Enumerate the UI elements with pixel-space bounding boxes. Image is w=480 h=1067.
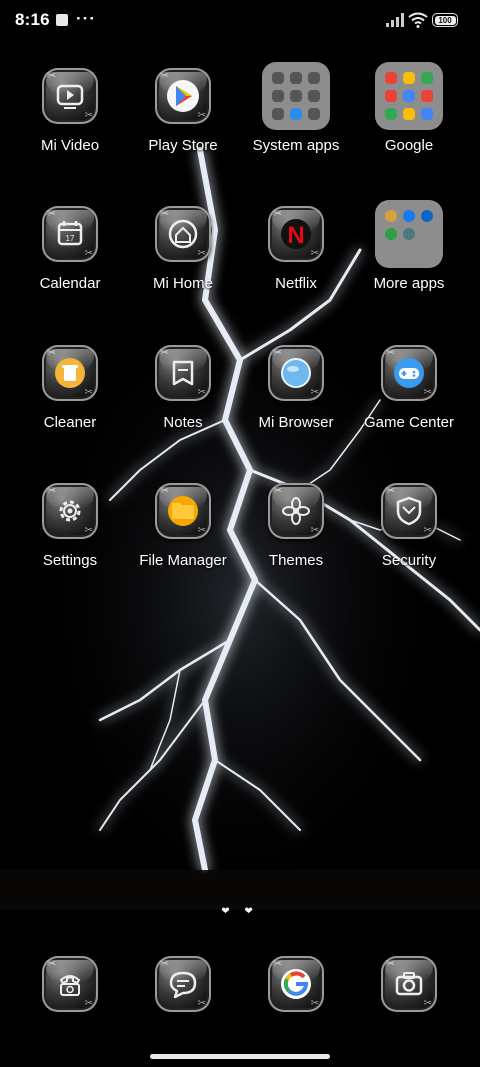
app-notes[interactable]: ✂ ✂ Notes <box>123 339 243 449</box>
dock-phone[interactable]: ✂ ✂ <box>10 956 130 1018</box>
app-label: Security <box>381 552 437 569</box>
clock: 8:16 <box>15 10 50 29</box>
folder-icon <box>375 200 443 268</box>
app-mi-video[interactable]: ✂ ✂ Mi Video <box>10 62 130 172</box>
app-label: Calendar <box>39 275 101 292</box>
folder-more-apps[interactable]: More apps <box>349 200 469 310</box>
app-cleaner[interactable]: ✂ ✂ Cleaner <box>10 339 130 449</box>
file-manager-icon: ✂ ✂ <box>155 483 211 539</box>
calendar-icon: ✂ ✂ 17 <box>42 206 98 262</box>
cleaner-icon: ✂ ✂ <box>42 345 98 401</box>
dock-messages[interactable]: ✂ ✂ <box>123 956 243 1018</box>
netflix-letter: N <box>287 222 304 249</box>
app-label: Play Store <box>148 137 218 154</box>
dock-camera[interactable]: ✂ ✂ <box>349 956 469 1018</box>
app-label: File Manager <box>139 552 227 569</box>
security-icon: ✂ ✂ <box>381 483 437 539</box>
app-calendar[interactable]: ✂ ✂ 17 Calendar <box>10 200 130 310</box>
app-label: Mi Browser <box>258 414 334 431</box>
wifi-icon <box>408 12 428 28</box>
page-indicator: ❤ ❤ <box>221 906 259 917</box>
app-mi-browser[interactable]: ✂ ✂ Mi Browser <box>236 339 356 449</box>
app-security[interactable]: ✂ ✂ Security <box>349 477 469 587</box>
netflix-icon: ✂ ✂ N <box>268 206 324 262</box>
app-label: Netflix <box>275 275 317 292</box>
app-label: Game Center <box>363 414 455 431</box>
status-bar: 8:16 ··· 100 <box>0 0 480 44</box>
notification-icon <box>56 14 68 26</box>
folder-label: More apps <box>373 275 445 292</box>
google-icon: ✂ ✂ <box>268 956 324 1012</box>
notes-icon: ✂ ✂ <box>155 345 211 401</box>
gear-icon: ✂ ✂ <box>42 483 98 539</box>
app-label: Themes <box>268 552 324 569</box>
battery-level: 100 <box>434 15 456 25</box>
phone-icon: ✂ ✂ <box>42 956 98 1012</box>
folder-label: Google <box>384 137 434 154</box>
calendar-day: 17 <box>66 234 75 243</box>
folder-icon <box>262 62 330 130</box>
app-play-store[interactable]: ✂ ✂ Play Store <box>123 62 243 172</box>
app-settings[interactable]: ✂ ✂ Settings <box>10 477 130 587</box>
app-file-manager[interactable]: ✂ ✂ File Manager <box>123 477 243 587</box>
signal-icon <box>386 13 404 27</box>
app-label: Mi Video <box>40 137 100 154</box>
folder-icon <box>375 62 443 130</box>
battery-icon: 100 <box>432 13 458 27</box>
more-notifications-icon: ··· <box>76 9 96 28</box>
game-center-icon: ✂ ✂ <box>381 345 437 401</box>
mi-video-icon: ✂ ✂ <box>42 68 98 124</box>
mi-home-icon: ✂ ✂ <box>155 206 211 262</box>
app-label: Settings <box>42 552 98 569</box>
app-game-center[interactable]: ✂ ✂ Game Center <box>349 339 469 449</box>
camera-icon: ✂ ✂ <box>381 956 437 1012</box>
messages-icon: ✂ ✂ <box>155 956 211 1012</box>
folder-system-apps[interactable]: System apps <box>236 62 356 172</box>
play-store-icon: ✂ ✂ <box>155 68 211 124</box>
app-label: Cleaner <box>43 414 97 431</box>
folder-label: System apps <box>252 137 340 154</box>
app-themes[interactable]: ✂ ✂ Themes <box>236 477 356 587</box>
app-label: Notes <box>163 414 203 431</box>
home-gesture-bar[interactable] <box>150 1054 330 1059</box>
themes-icon: ✂ ✂ <box>268 483 324 539</box>
browser-icon: ✂ ✂ <box>268 345 324 401</box>
dock-google[interactable]: ✂ ✂ <box>236 956 356 1018</box>
app-mi-home[interactable]: ✂ ✂ Mi Home <box>123 200 243 310</box>
app-label: Mi Home <box>152 275 213 292</box>
folder-google[interactable]: Google <box>349 62 469 172</box>
app-netflix[interactable]: ✂ ✂ N Netflix <box>236 200 356 310</box>
